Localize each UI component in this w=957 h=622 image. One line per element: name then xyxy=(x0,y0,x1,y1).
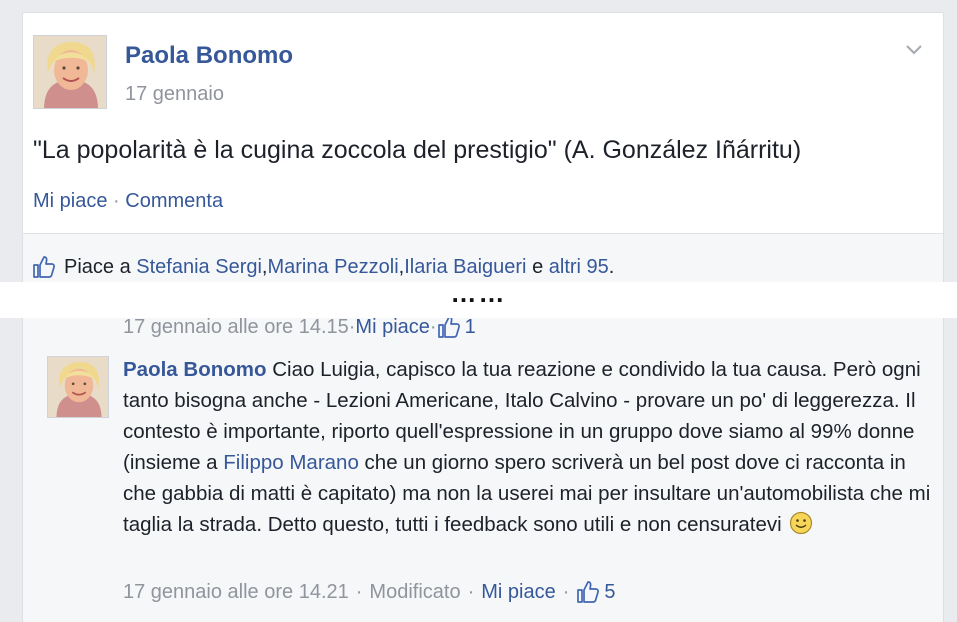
other-likers-link[interactable]: altri 95 xyxy=(549,256,609,279)
previous-comment-timestamp[interactable]: 17 gennaio alle ore 14.15 xyxy=(123,318,349,339)
post-author-name[interactable]: Paola Bonomo xyxy=(125,42,293,70)
comment-likes-count[interactable]: 5 xyxy=(604,581,615,604)
smiley-icon xyxy=(790,511,813,535)
liker-link[interactable]: Ilaria Baigueri xyxy=(404,256,526,279)
action-separator: · xyxy=(107,190,126,212)
chevron-down-icon[interactable] xyxy=(903,39,925,61)
comment-timestamp[interactable]: 17 gennaio alle ore 14.21 xyxy=(123,581,349,604)
thumbs-up-icon xyxy=(577,581,600,603)
liker-link[interactable]: Marina Pezzoli xyxy=(267,256,398,279)
meta-separator: · xyxy=(355,580,363,603)
post-date[interactable]: 17 gennaio xyxy=(125,83,224,106)
comment-body: Paola Bonomo Ciao Luigia, capisco la tua… xyxy=(123,354,938,540)
previous-comment-likes-count[interactable]: 1 xyxy=(465,318,476,339)
post-text: "La popolarità è la cugina zoccola del p… xyxy=(33,136,802,164)
comment-author-name[interactable]: Paola Bonomo xyxy=(123,358,267,381)
likes-prefix: Piace a xyxy=(64,255,131,278)
likes-and: e xyxy=(532,255,544,278)
likes-suffix: . xyxy=(608,255,615,278)
tagged-person-link[interactable]: Filippo Marano xyxy=(223,451,359,474)
omission-separator: …… xyxy=(0,280,957,318)
liker-link[interactable]: Stefania Sergi xyxy=(136,256,262,279)
comment-author-avatar[interactable] xyxy=(47,356,109,418)
comment-link[interactable]: Commenta xyxy=(125,190,223,212)
thumbs-up-icon xyxy=(33,256,55,278)
likes-bar: Piace a Stefania Sergi, Marina Pezzoli, … xyxy=(23,233,943,283)
meta-separator: · xyxy=(429,318,437,338)
comment-like-link[interactable]: Mi piace xyxy=(481,581,555,604)
previous-comment-meta: 17 gennaio alle ore 14.15 · Mi piace · 1 xyxy=(123,318,476,339)
meta-separator: · xyxy=(562,580,570,603)
likes-summary: Piace a Stefania Sergi, Marina Pezzoli, … xyxy=(32,255,614,279)
post-actions: Mi piace · Commenta xyxy=(33,190,223,213)
post-card: Paola Bonomo 17 gennaio "La popolarità è… xyxy=(22,12,944,283)
meta-separator: · xyxy=(467,580,475,603)
comment-panel: 17 gennaio alle ore 14.15 · Mi piace · 1… xyxy=(22,318,944,622)
previous-comment-like-link[interactable]: Mi piace xyxy=(355,318,429,339)
comment-meta: 17 gennaio alle ore 14.21 · Modificato · Mi … xyxy=(123,580,616,604)
like-link[interactable]: Mi piace xyxy=(33,190,107,212)
meta-separator: · xyxy=(348,318,356,338)
thumbs-up-icon xyxy=(437,318,460,338)
edited-label[interactable]: Modificato xyxy=(369,581,460,604)
author-avatar[interactable] xyxy=(33,35,107,109)
